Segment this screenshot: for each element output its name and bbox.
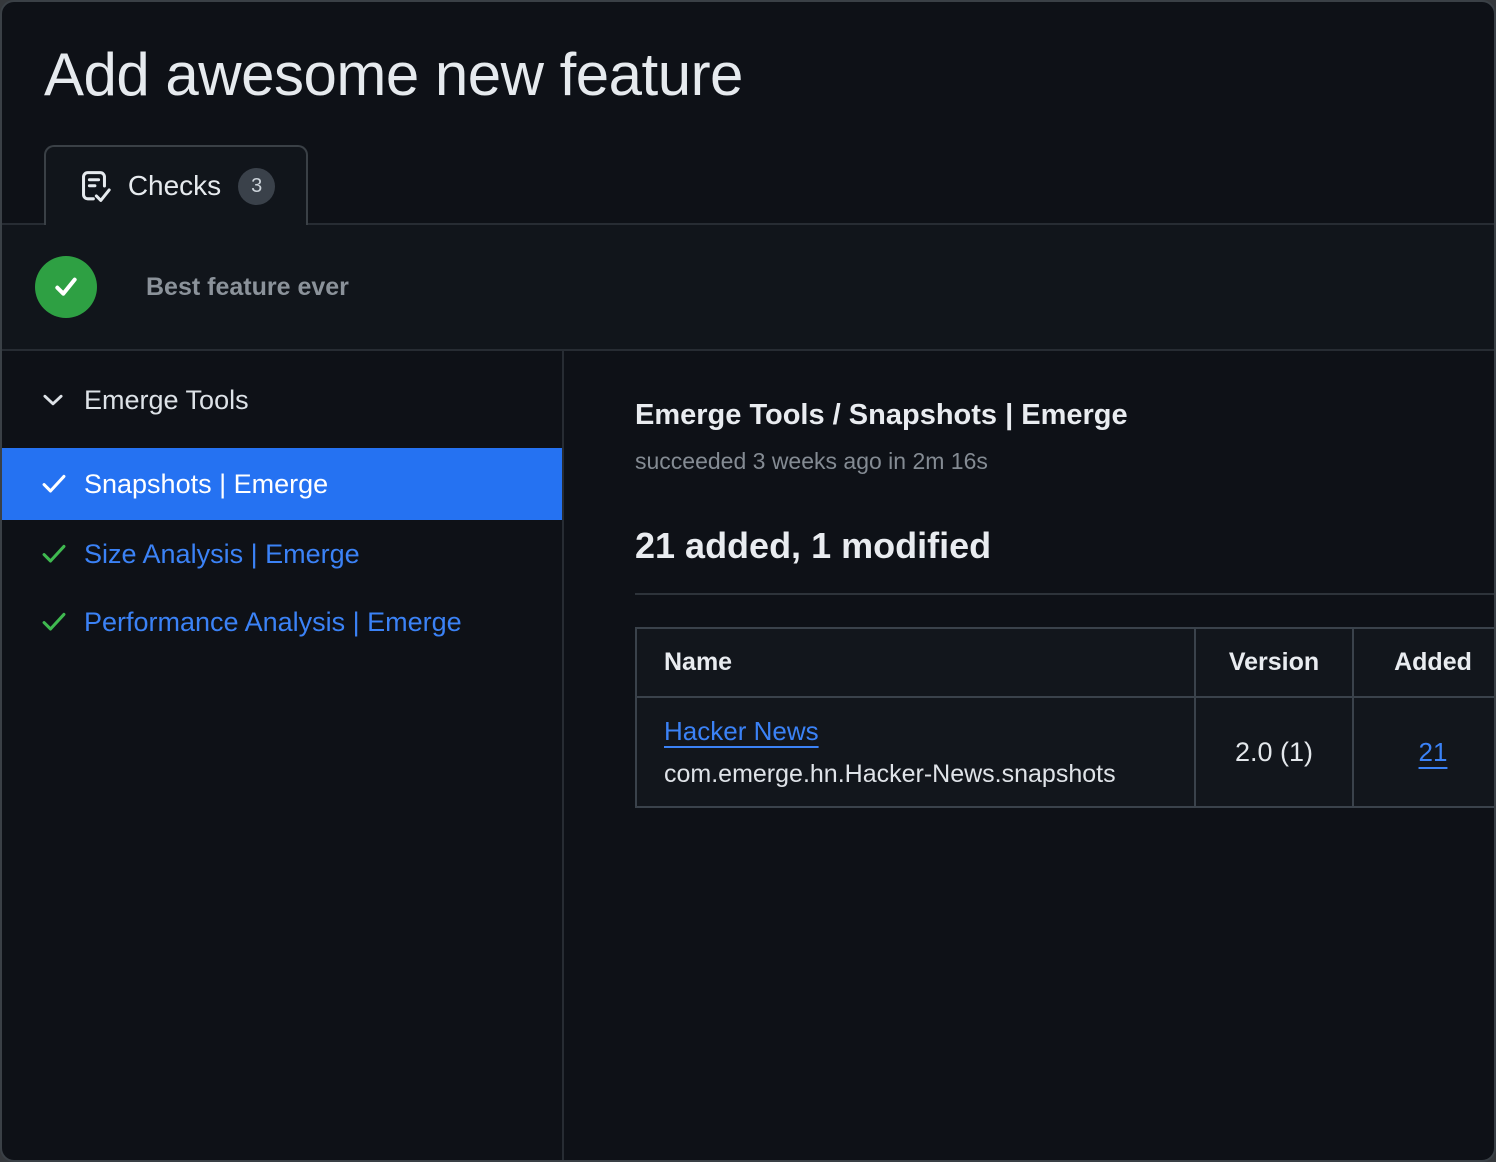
sidebar-item-label: Performance Analysis | Emerge xyxy=(84,607,462,638)
app-name-link[interactable]: Hacker News xyxy=(664,716,819,746)
check-icon xyxy=(40,542,68,566)
sidebar-group-emerge-tools[interactable]: Emerge Tools xyxy=(2,368,562,432)
checks-sidebar: Emerge Tools Snapshots | Emerge Size Ana… xyxy=(2,351,564,1160)
status-row: Best feature ever xyxy=(2,225,1494,351)
check-run-detail: Emerge Tools / Snapshots | Emerge succee… xyxy=(564,351,1494,1160)
tab-strip: Checks 3 xyxy=(2,145,1494,225)
tab-checks-label: Checks xyxy=(128,170,221,202)
tab-checks[interactable]: Checks 3 xyxy=(44,145,308,225)
checks-body: Emerge Tools Snapshots | Emerge Size Ana… xyxy=(2,351,1494,1160)
check-run-title: Emerge Tools / Snapshots | Emerge xyxy=(635,399,1494,432)
sidebar-item-label: Snapshots | Emerge xyxy=(84,469,328,500)
tab-checks-count-badge: 3 xyxy=(238,168,275,205)
app-bundle-path: com.emerge.hn.Hacker-News.snapshots xyxy=(664,760,1193,789)
sidebar-item-label: Size Analysis | Emerge xyxy=(84,539,360,570)
table-header-row: Name Version Added xyxy=(636,628,1496,697)
summary-divider xyxy=(635,593,1494,595)
table-row: Hacker News com.emerge.hn.Hacker-News.sn… xyxy=(636,697,1496,807)
column-header-name: Name xyxy=(636,628,1195,697)
check-circle-icon xyxy=(35,256,97,318)
check-run-meta: succeeded 3 weeks ago in 2m 16s xyxy=(635,448,1494,475)
pull-request-checks-page: Add awesome new feature Checks 3 Best fe… xyxy=(0,0,1496,1162)
sidebar-item-performance-analysis[interactable]: Performance Analysis | Emerge xyxy=(2,588,562,656)
column-header-version: Version xyxy=(1195,628,1353,697)
check-icon xyxy=(40,472,68,496)
summary-heading: 21 added, 1 modified xyxy=(635,525,1494,567)
sidebar-item-size-analysis[interactable]: Size Analysis | Emerge xyxy=(2,520,562,588)
sidebar-group-label: Emerge Tools xyxy=(84,385,249,416)
checklist-icon xyxy=(77,167,111,205)
chevron-down-icon xyxy=(40,387,66,413)
added-count-link[interactable]: 21 xyxy=(1419,737,1448,767)
page-title: Add awesome new feature xyxy=(44,40,1452,109)
status-message: Best feature ever xyxy=(146,273,349,302)
check-icon xyxy=(40,610,68,634)
snapshots-table: Name Version Added Hacker News com.emerg… xyxy=(635,627,1496,808)
pr-header: Add awesome new feature xyxy=(2,2,1494,109)
sidebar-item-snapshots[interactable]: Snapshots | Emerge xyxy=(2,448,562,520)
column-header-added: Added xyxy=(1353,628,1496,697)
version-cell: 2.0 (1) xyxy=(1195,697,1353,807)
